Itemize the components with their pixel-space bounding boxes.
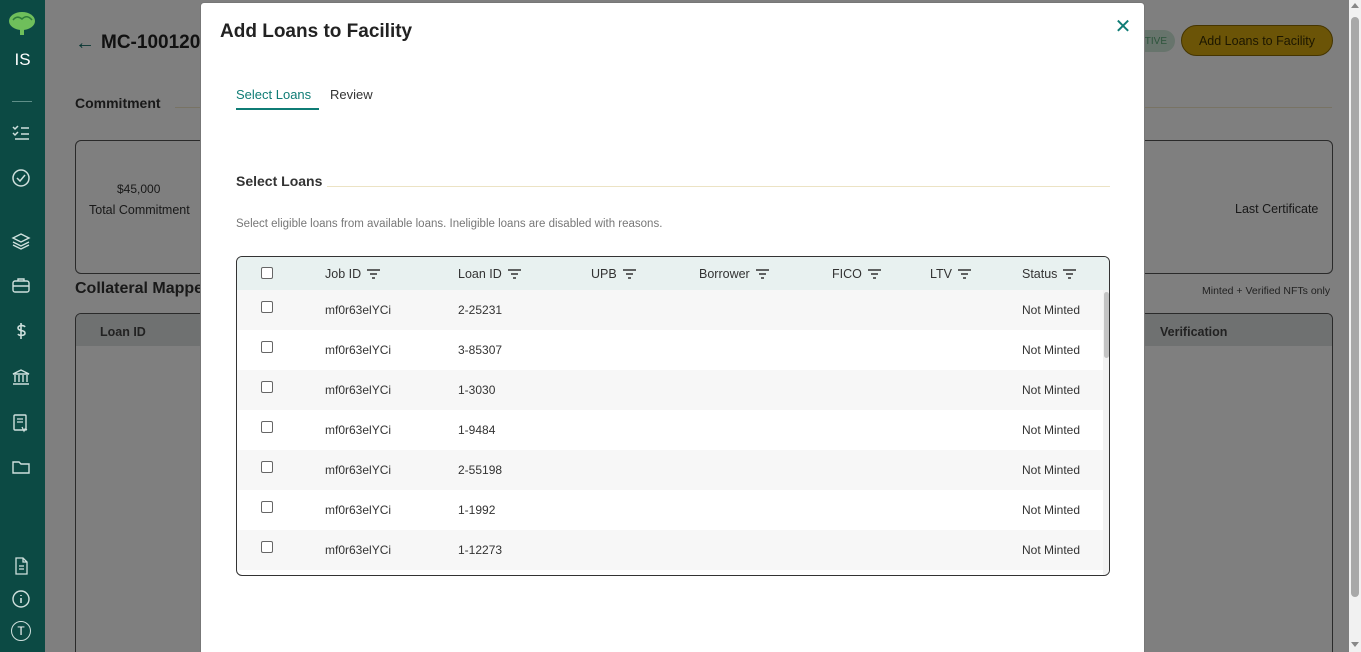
filter-icon[interactable] [507,269,521,279]
col-borrower[interactable]: Borrower [699,267,769,281]
left-nav-rail: IS T [0,0,45,652]
select-loans-description: Select eligible loans from available loa… [236,218,663,230]
filter-icon[interactable] [867,269,881,279]
table-row[interactable]: mf0r63elYCi 1-12273 Not Minted [237,530,1103,570]
cell-job-id: mf0r63elYCi [325,543,392,557]
col-status[interactable]: Status [1022,267,1077,281]
cell-status: Not Minted [1022,543,1081,557]
section-divider [327,186,1110,187]
bank-icon[interactable] [10,366,32,388]
tab-select-loans[interactable]: Select Loans [236,87,320,110]
org-initials[interactable]: IS [0,50,45,70]
checklist-icon[interactable] [10,121,32,143]
cell-status: Not Minted [1022,383,1081,397]
folder-icon[interactable] [10,456,32,478]
modal-title: Add Loans to Facility [220,21,413,42]
cell-loan-id: 1-3030 [458,383,496,397]
table-row[interactable]: mf0r63elYCi 1-3030 Not Minted [237,370,1103,410]
cell-loan-id: 2-55198 [458,463,503,477]
cell-job-id: mf0r63elYCi [325,423,392,437]
dollar-icon[interactable] [10,320,32,342]
user-avatar[interactable]: T [11,621,31,641]
info-icon[interactable] [10,588,32,610]
filter-icon[interactable] [1063,269,1077,279]
row-checkbox[interactable] [261,421,273,433]
scroll-up-icon[interactable] [1351,3,1359,8]
loans-table: Job ID Loan ID UPB Borrower FICO LTV Sta… [236,256,1110,576]
col-loan-id[interactable]: Loan ID [458,267,521,281]
row-checkbox[interactable] [261,381,273,393]
row-checkbox[interactable] [261,301,273,313]
page-scrollbar[interactable] [1349,0,1361,652]
table-header: Job ID Loan ID UPB Borrower FICO LTV Sta… [237,257,1109,290]
cell-status: Not Minted [1022,343,1081,357]
filter-icon[interactable] [958,269,971,279]
brain-logo-icon[interactable] [7,10,37,36]
cell-loan-id: 2-25231 [458,303,503,317]
cell-loan-id: 1-1992 [458,503,496,517]
select-loans-heading: Select Loans [236,173,323,189]
filter-icon[interactable] [755,269,769,279]
close-icon[interactable]: ✕ [1113,17,1133,37]
select-all-checkbox[interactable] [261,267,273,279]
col-ltv[interactable]: LTV [930,267,971,281]
row-checkbox[interactable] [261,541,273,553]
cell-job-id: mf0r63elYCi [325,463,392,477]
add-loans-modal: Add Loans to Facility ✕ Select Loans Rev… [200,2,1145,652]
table-scrollbar[interactable] [1103,290,1109,575]
table-scrollbar-thumb[interactable] [1104,292,1109,358]
document-icon[interactable] [10,555,32,577]
cell-job-id: mf0r63elYCi [325,503,392,517]
table-row[interactable]: mf0r63elYCi 1-1992 Not Minted [237,490,1103,530]
cell-status: Not Minted [1022,303,1081,317]
layers-icon[interactable] [10,230,32,252]
scroll-down-icon[interactable] [1351,642,1359,647]
filter-icon[interactable] [622,269,636,279]
cell-status: Not Minted [1022,463,1081,477]
rail-divider [12,101,32,102]
col-job-id[interactable]: Job ID [325,267,381,281]
tab-review[interactable]: Review [330,87,373,102]
briefcase-icon[interactable] [10,274,32,296]
scrollbar-thumb[interactable] [1351,17,1359,597]
cell-job-id: mf0r63elYCi [325,383,392,397]
filter-icon[interactable] [367,269,381,279]
cell-loan-id: 1-12273 [458,543,503,557]
cell-status: Not Minted [1022,503,1081,517]
certificate-icon[interactable] [10,412,32,434]
row-checkbox[interactable] [261,341,273,353]
col-upb[interactable]: UPB [591,267,636,281]
table-row[interactable]: mf0r63elYCi 2-25231 Not Minted [237,290,1103,330]
cell-status: Not Minted [1022,423,1081,437]
col-fico[interactable]: FICO [832,267,881,281]
cell-loan-id: 1-9484 [458,423,496,437]
row-checkbox[interactable] [261,501,273,513]
cell-loan-id: 3-85307 [458,343,503,357]
table-row[interactable]: mf0r63elYCi 2-55198 Not Minted [237,450,1103,490]
cell-job-id: mf0r63elYCi [325,343,392,357]
cell-job-id: mf0r63elYCi [325,303,392,317]
row-checkbox[interactable] [261,461,273,473]
table-row[interactable]: mf0r63elYCi 1-9484 Not Minted [237,410,1103,450]
table-row[interactable]: mf0r63elYCi 3-85307 Not Minted [237,330,1103,370]
check-circle-icon[interactable] [10,167,32,189]
